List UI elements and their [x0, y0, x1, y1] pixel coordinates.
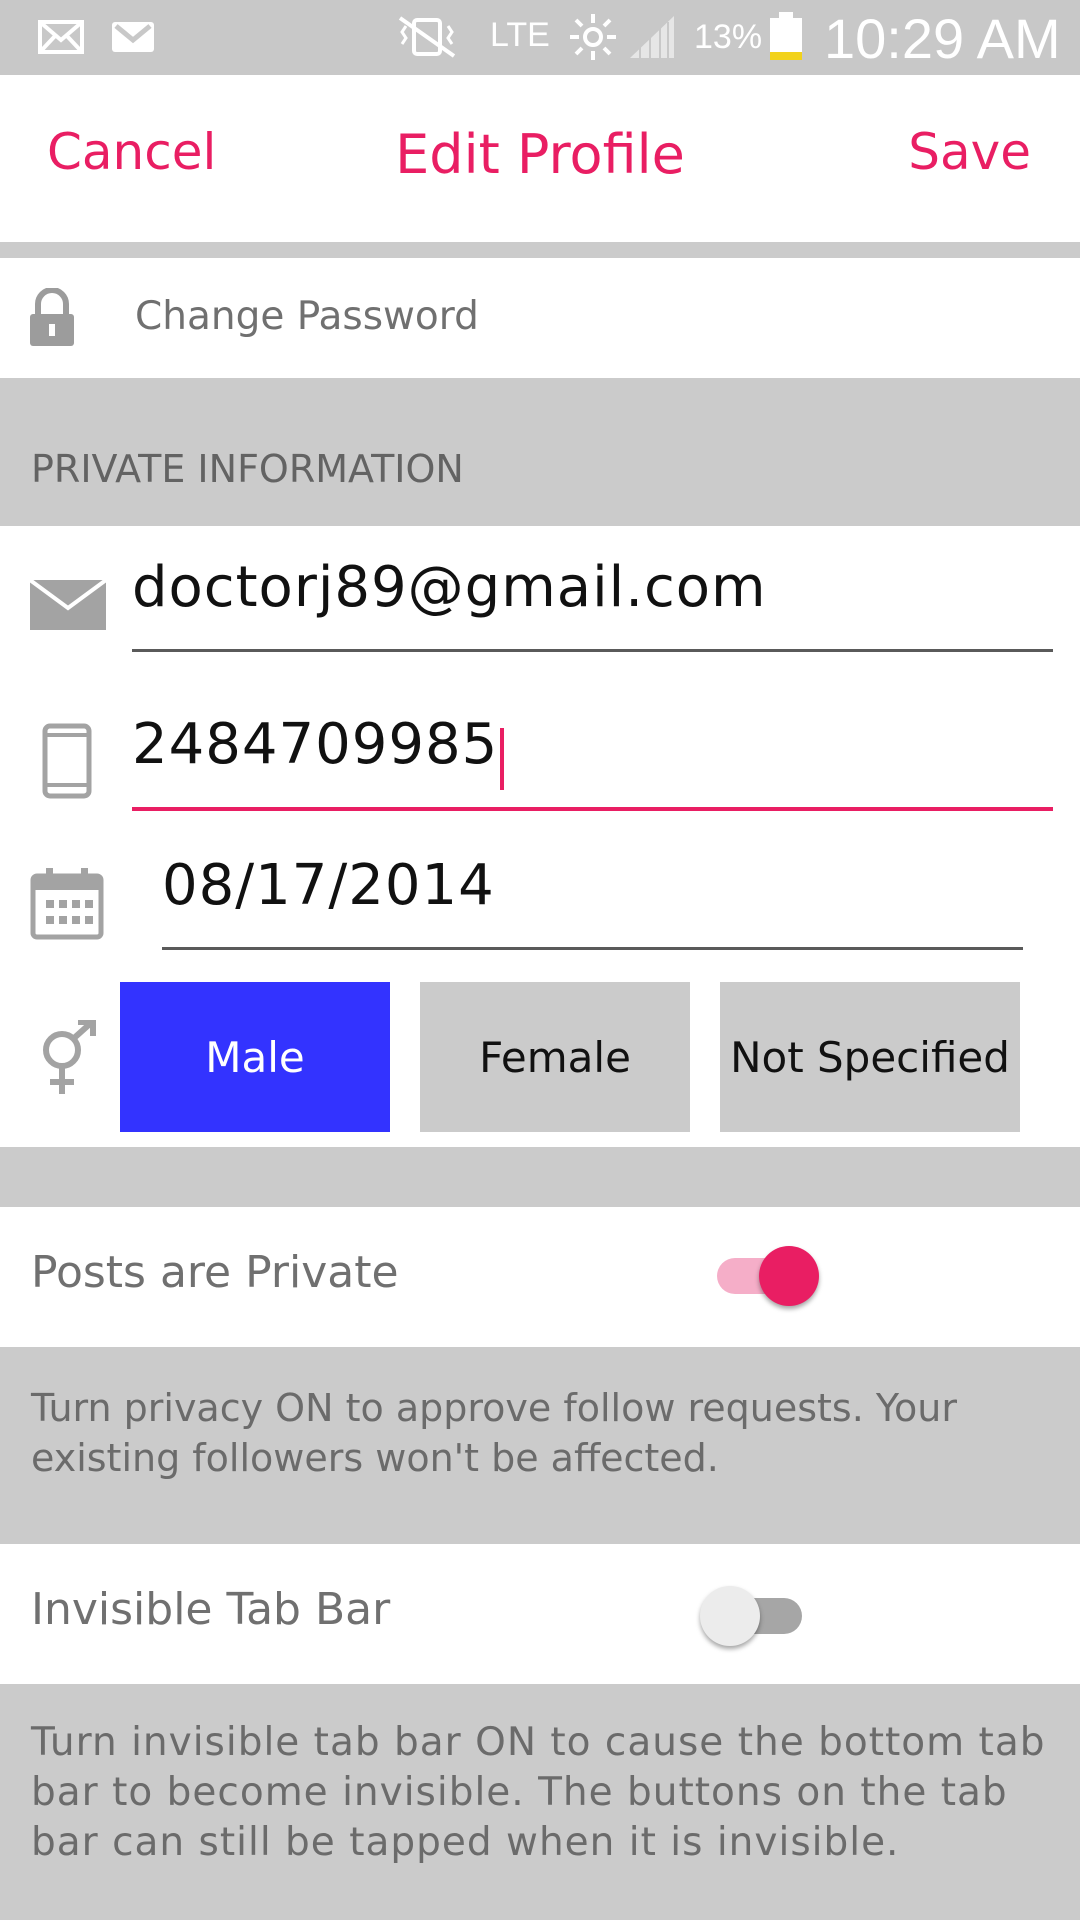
gmail-icon	[112, 22, 154, 52]
envelope-icon	[30, 580, 106, 630]
toggle-thumb	[700, 1586, 760, 1646]
phone-icon	[42, 723, 92, 799]
invisible-tab-bar-toggle[interactable]	[698, 1584, 808, 1654]
email-field[interactable]: doctorj89@gmail.com	[132, 555, 767, 620]
phone-field[interactable]: 2484709985	[132, 712, 505, 790]
signal-icon	[630, 16, 674, 58]
status-bar: LTE 13% 10:29 AM	[0, 0, 1080, 75]
private-posts-description: Turn privacy ON to approve follow reques…	[31, 1386, 958, 1480]
private-information-heading: PRIVATE INFORMATION	[31, 447, 464, 491]
text-cursor	[500, 727, 505, 790]
app-bar: Cancel Edit Profile Save	[0, 75, 1080, 242]
brightness-icon	[570, 14, 616, 60]
birthdate-field[interactable]: 08/17/2014	[162, 853, 495, 918]
mail-icon	[38, 20, 84, 54]
phone-value: 2484709985	[132, 712, 499, 777]
battery-percent: 13%	[694, 18, 763, 56]
private-posts-row: Posts are Private	[0, 1207, 1080, 1347]
invisible-tab-bar-row: Invisible Tab Bar	[0, 1544, 1080, 1684]
email-underline	[132, 649, 1053, 652]
gender-not-specified-button[interactable]: Not Specified	[720, 982, 1020, 1132]
calendar-icon	[30, 868, 104, 940]
private-posts-label: Posts are Private	[31, 1247, 399, 1298]
email-value: doctorj89@gmail.com	[132, 555, 767, 620]
invisible-tab-bar-description: Turn invisible tab bar ON to cause the b…	[31, 1720, 1046, 1865]
toggle-thumb	[759, 1246, 819, 1306]
birthdate-underline	[162, 947, 1023, 950]
network-type: LTE	[490, 16, 550, 54]
private-posts-toggle[interactable]	[715, 1241, 825, 1311]
gender-female-button[interactable]: Female	[420, 982, 690, 1132]
save-button[interactable]: Save	[908, 123, 1031, 181]
phone-underline	[132, 807, 1053, 811]
battery-icon	[770, 12, 802, 60]
invisible-tab-bar-label: Invisible Tab Bar	[31, 1584, 391, 1635]
lock-icon	[30, 288, 74, 346]
gender-icon	[43, 1020, 96, 1094]
gender-male-button[interactable]: Male	[120, 982, 390, 1132]
change-password-label: Change Password	[135, 294, 479, 339]
vibrate-icon	[398, 16, 456, 58]
birthdate-value: 08/17/2014	[162, 853, 495, 918]
change-password-row[interactable]: Change Password	[0, 258, 1080, 378]
clock: 10:29 AM	[824, 7, 1061, 70]
